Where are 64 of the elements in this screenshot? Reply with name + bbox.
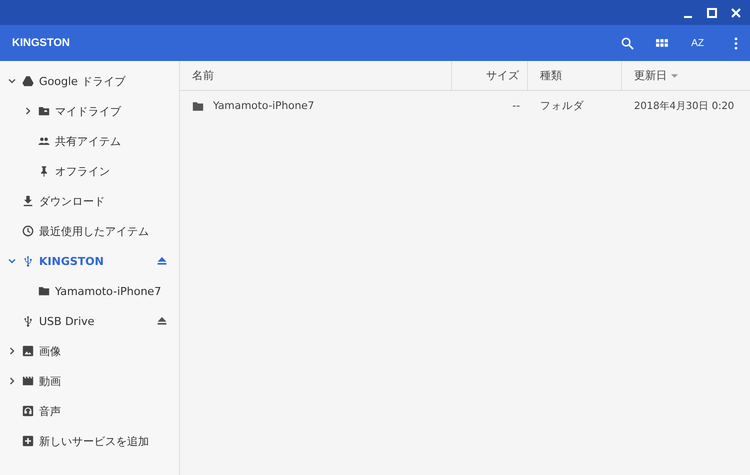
- sidebar-label: 共有アイテム: [55, 134, 122, 148]
- menu-icon[interactable]: [734, 36, 738, 50]
- clock-icon: [22, 225, 34, 237]
- chevron-icon[interactable]: [8, 377, 16, 385]
- folder-icon: [38, 105, 50, 117]
- sidebar-label: Google ドライブ: [39, 74, 127, 88]
- sidebar-label: USB Drive: [39, 314, 96, 328]
- sidebar-item[interactable]: ダウンロード: [0, 186, 179, 216]
- sidebar-item[interactable]: 最近使用したアイテム: [0, 216, 179, 246]
- sidebar-item[interactable]: USB Drive: [0, 306, 179, 336]
- usb-icon: [22, 255, 34, 267]
- add-icon: [22, 435, 34, 447]
- sidebar-item[interactable]: 音声: [0, 396, 179, 426]
- eject-icon[interactable]: [157, 257, 167, 265]
- sidebar-label: 画像: [39, 344, 62, 358]
- chevron-icon[interactable]: [8, 347, 16, 355]
- sidebar-item[interactable]: 動画: [0, 366, 179, 396]
- column-header[interactable]: サイズ: [452, 61, 528, 90]
- drive-icon: [22, 75, 34, 87]
- sidebar-item[interactable]: Google ドライブ: [0, 66, 179, 96]
- sidebar-label: 新しいサービスを追加: [39, 434, 150, 448]
- modified-date: 2018年4月30日 0:20: [634, 100, 734, 113]
- file-size: --: [512, 100, 520, 112]
- sort-button[interactable]: AZ: [691, 38, 704, 48]
- sidebar-label: ダウンロード: [39, 194, 106, 208]
- film-icon: [22, 375, 34, 387]
- search-icon[interactable]: [621, 36, 634, 50]
- sidebar-item[interactable]: 画像: [0, 336, 179, 366]
- sidebar-label: 音声: [39, 404, 62, 418]
- close-icon[interactable]: [730, 6, 742, 18]
- sidebar-label: オフライン: [55, 164, 111, 178]
- chevron-icon[interactable]: [8, 77, 16, 85]
- chevron-icon[interactable]: [24, 107, 32, 115]
- sidebar-item[interactable]: 共有アイテム: [0, 126, 179, 156]
- maximize-icon[interactable]: [706, 6, 718, 18]
- sidebar-label: マイドライブ: [55, 104, 122, 118]
- file-type: フォルダ: [540, 99, 584, 113]
- column-header[interactable]: 更新日: [622, 61, 750, 90]
- headphones-icon: [22, 405, 34, 417]
- image-icon: [22, 345, 34, 357]
- pin-icon: [38, 165, 50, 177]
- sidebar-label: 動画: [39, 374, 62, 388]
- sidebar-label: 最近使用したアイテム: [39, 224, 150, 238]
- eject-icon[interactable]: [157, 317, 167, 325]
- sidebar-label: KINGSTON: [39, 254, 105, 268]
- window-title: KINGSTON: [12, 37, 71, 49]
- file-row[interactable]: Yamamoto-iPhone7 -- フォルダ 2018年4月30日 0:20: [180, 91, 750, 121]
- sidebar-item[interactable]: マイドライブ: [0, 96, 179, 126]
- download-icon: [22, 195, 34, 207]
- column-header[interactable]: 種類: [528, 61, 622, 90]
- sidebar-label: Yamamoto-iPhone7: [55, 284, 162, 298]
- sidebar-item[interactable]: 新しいサービスを追加: [0, 426, 179, 456]
- usb-icon: [22, 315, 34, 327]
- folder-icon: [192, 100, 204, 112]
- folder-icon: [38, 285, 50, 297]
- people-icon: [38, 135, 50, 147]
- grid-view-icon[interactable]: [656, 36, 670, 50]
- chevron-icon[interactable]: [8, 257, 16, 265]
- sidebar-item[interactable]: オフライン: [0, 156, 179, 186]
- sidebar-item[interactable]: Yamamoto-iPhone7: [0, 276, 179, 306]
- sort-icon: [671, 74, 678, 78]
- file-name: Yamamoto-iPhone7: [213, 100, 314, 112]
- sidebar-item[interactable]: KINGSTON: [0, 246, 179, 276]
- column-header[interactable]: 名前: [180, 61, 452, 90]
